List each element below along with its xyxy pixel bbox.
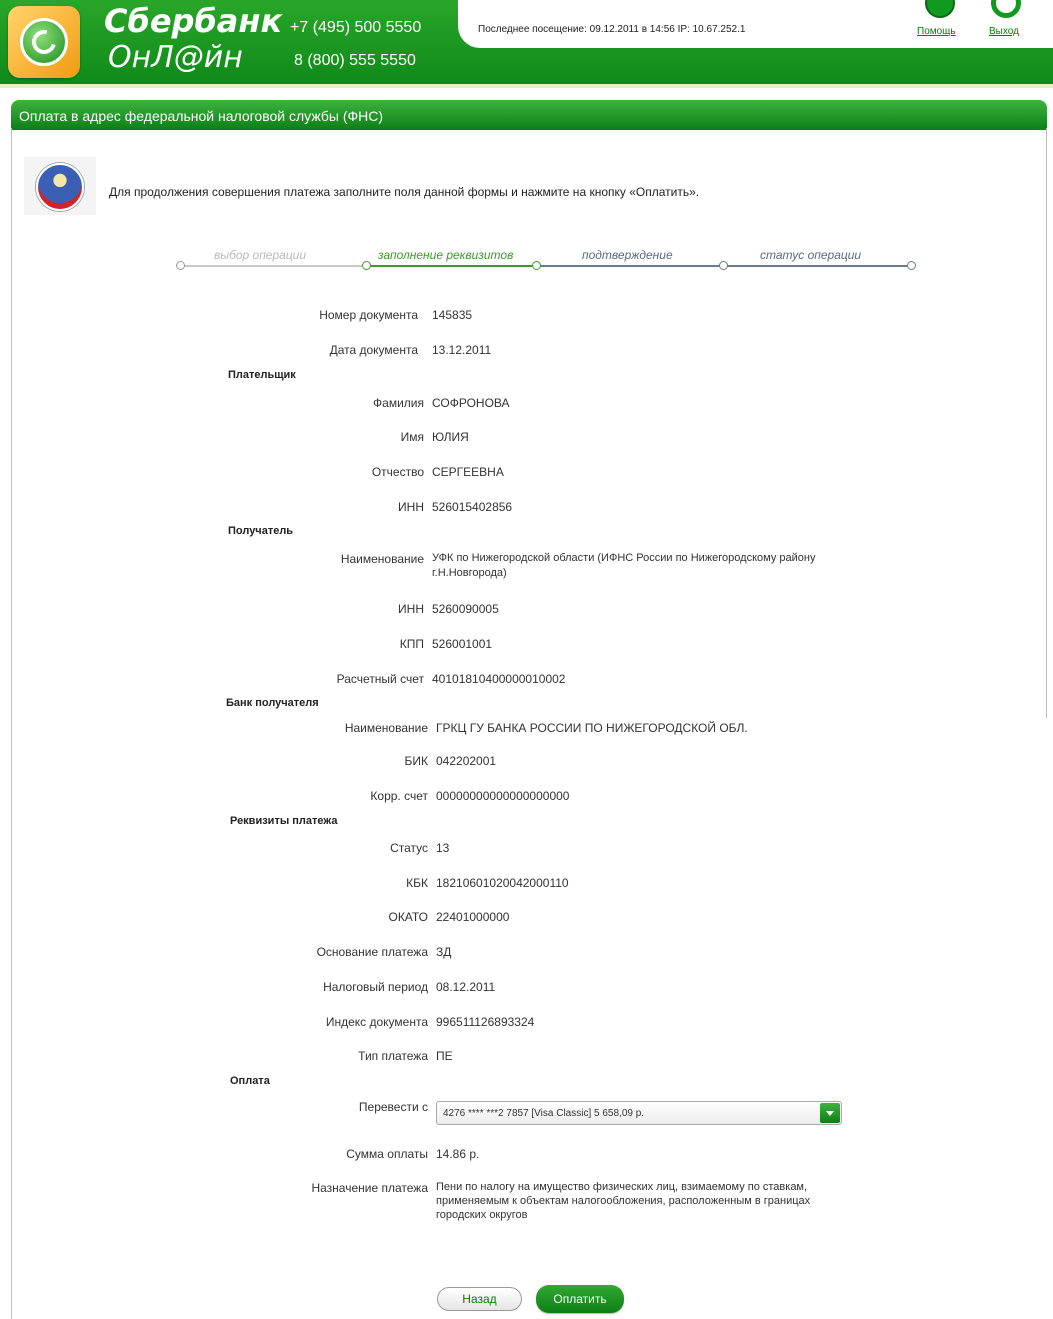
pay-type-value: ПЕ (436, 1049, 453, 1063)
recipient-name-label: Наименование (340, 552, 424, 566)
instructions-text: Для продолжения совершения платежа запол… (109, 185, 700, 199)
doc-number-label: Номер документа (319, 308, 418, 322)
fns-emblem-icon (36, 163, 84, 211)
bik-value: 042202001 (436, 754, 497, 768)
page-title: Оплата в адрес федеральной налоговой слу… (19, 108, 384, 124)
kbk-label: КБК (406, 876, 428, 890)
last-visit-text: Последнее посещение: 09.12.2011 в 14:56 … (478, 24, 746, 35)
amount-value: 14.86 р. (436, 1147, 480, 1161)
logo-mark-icon (27, 25, 61, 59)
fns-logo (24, 157, 96, 215)
period-label: Налоговый период (323, 980, 428, 994)
purpose-value-cont: городских округов (436, 1209, 528, 1221)
surname-label: Фамилия (373, 396, 424, 410)
back-button[interactable]: Назад (437, 1287, 522, 1311)
purpose-label: Назначение платежа (311, 1181, 428, 1195)
purpose-value-cont: применяемым к объектам налогообложения, … (436, 1195, 811, 1207)
step-confirmation: подтверждение (582, 248, 673, 262)
recipient-inn-label: ИНН (398, 602, 424, 616)
corr-label: Корр. счет (370, 789, 428, 803)
okato-value: 22401000000 (436, 910, 510, 924)
basis-value: ЗД (436, 945, 452, 959)
section-bank: Банк получателя (226, 697, 319, 709)
chevron-down-icon[interactable] (820, 1103, 840, 1123)
panel-title-bar: Оплата в адрес федеральной налоговой слу… (11, 100, 1047, 130)
doc-date-label: Дата документа (329, 343, 418, 357)
patronymic-value: СЕРГЕЕВНА (432, 465, 504, 479)
doc-date-value: 13.12.2011 (432, 343, 492, 357)
purpose-value: Пени по налогу на имущество физических л… (436, 1181, 808, 1193)
logo-emblem (20, 18, 68, 66)
header-divider (0, 84, 1053, 88)
phone-free: 8 (800) 555 5550 (294, 52, 416, 69)
panel-border (1046, 128, 1047, 718)
account-value: 40101810400000010002 (432, 672, 566, 686)
step-line-active (366, 265, 536, 267)
sberbank-logo[interactable] (8, 6, 80, 78)
help-icon[interactable] (925, 0, 955, 18)
brand-subtitle: ОнЛ@йн (108, 40, 243, 75)
doc-index-label: Индекс документа (325, 1015, 428, 1029)
status-label: Статус (390, 841, 428, 855)
exit-icon[interactable] (991, 0, 1021, 18)
corr-value: 00000000000000000000 (436, 789, 570, 803)
account-label: Расчетный счет (336, 672, 424, 686)
kpp-value: 526001001 (432, 637, 493, 651)
step-select-operation: выбор операции (214, 248, 307, 262)
payer-inn-label: ИНН (398, 500, 424, 514)
payment-panel: Оплата в адрес федеральной налоговой слу… (11, 100, 1047, 1319)
patronymic-label: Отчество (371, 465, 424, 479)
panel-border (11, 128, 12, 718)
name-value: ЮЛИЯ (432, 430, 469, 444)
bank-name-label: Наименование (344, 721, 428, 735)
pay-button[interactable]: Оплатить (536, 1285, 624, 1313)
period-value: 08.12.2011 (436, 980, 496, 994)
pay-type-label: Тип платежа (358, 1049, 428, 1063)
doc-number-value: 145835 (432, 308, 473, 322)
okato-label: ОКАТО (388, 910, 428, 924)
card-select[interactable]: 4276 **** ***2 7857 [Visa Classic] 5 658… (436, 1101, 842, 1125)
step-dot (362, 261, 371, 270)
recipient-name-value-cont: г.Н.Новгорода) (432, 567, 507, 579)
kbk-value: 18210601020042000110 (436, 876, 569, 890)
step-progress: выбор операции заполнение реквизитов под… (176, 244, 916, 274)
section-recipient: Получатель (228, 525, 294, 537)
kpp-label: КПП (399, 637, 424, 651)
step-dot (719, 261, 728, 270)
section-payment-details: Реквизиты платежа (230, 815, 338, 827)
name-label: Имя (400, 430, 424, 444)
status-value: 13 (436, 841, 450, 855)
recipient-inn-value: 5260090005 (432, 602, 499, 616)
session-info-panel: Последнее посещение: 09.12.2011 в 14:56 … (458, 0, 1053, 48)
brand-title: Сбербанк (104, 2, 283, 40)
step-fill-details: заполнение реквизитов (378, 248, 514, 262)
step-dot (176, 261, 185, 270)
transfer-from-label: Перевести с (358, 1100, 428, 1114)
exit-link[interactable]: Выход (989, 26, 1019, 37)
recipient-name-value: УФК по Нижегородской области (ИФНС Росси… (432, 552, 816, 564)
help-link[interactable]: Помощь (917, 26, 956, 37)
card-select-value: 4276 **** ***2 7857 [Visa Classic] 5 658… (443, 1108, 645, 1119)
bank-name-value: ГРКЦ ГУ БАНКА РОССИИ ПО НИЖЕГОРОДСКОЙ ОБ… (436, 721, 748, 735)
step-line-done (181, 265, 366, 267)
surname-value: СОФРОНОВА (432, 396, 510, 410)
step-dot (907, 261, 916, 270)
step-status: статус операции (760, 248, 862, 262)
payer-inn-value: 526015402856 (432, 500, 513, 514)
basis-label: Основание платежа (316, 945, 428, 959)
amount-label: Сумма оплаты (346, 1147, 428, 1161)
doc-index-value: 996511126893324 (436, 1015, 535, 1029)
section-payer: Плательщик (228, 369, 296, 381)
phone-moscow: +7 (495) 500 5550 (290, 19, 422, 36)
header: Сбербанк ОнЛ@йн +7 (495) 500 5550 8 (800… (0, 0, 1053, 84)
step-dot (532, 261, 541, 270)
section-payment: Оплата (230, 1075, 270, 1087)
bik-label: БИК (404, 754, 429, 768)
